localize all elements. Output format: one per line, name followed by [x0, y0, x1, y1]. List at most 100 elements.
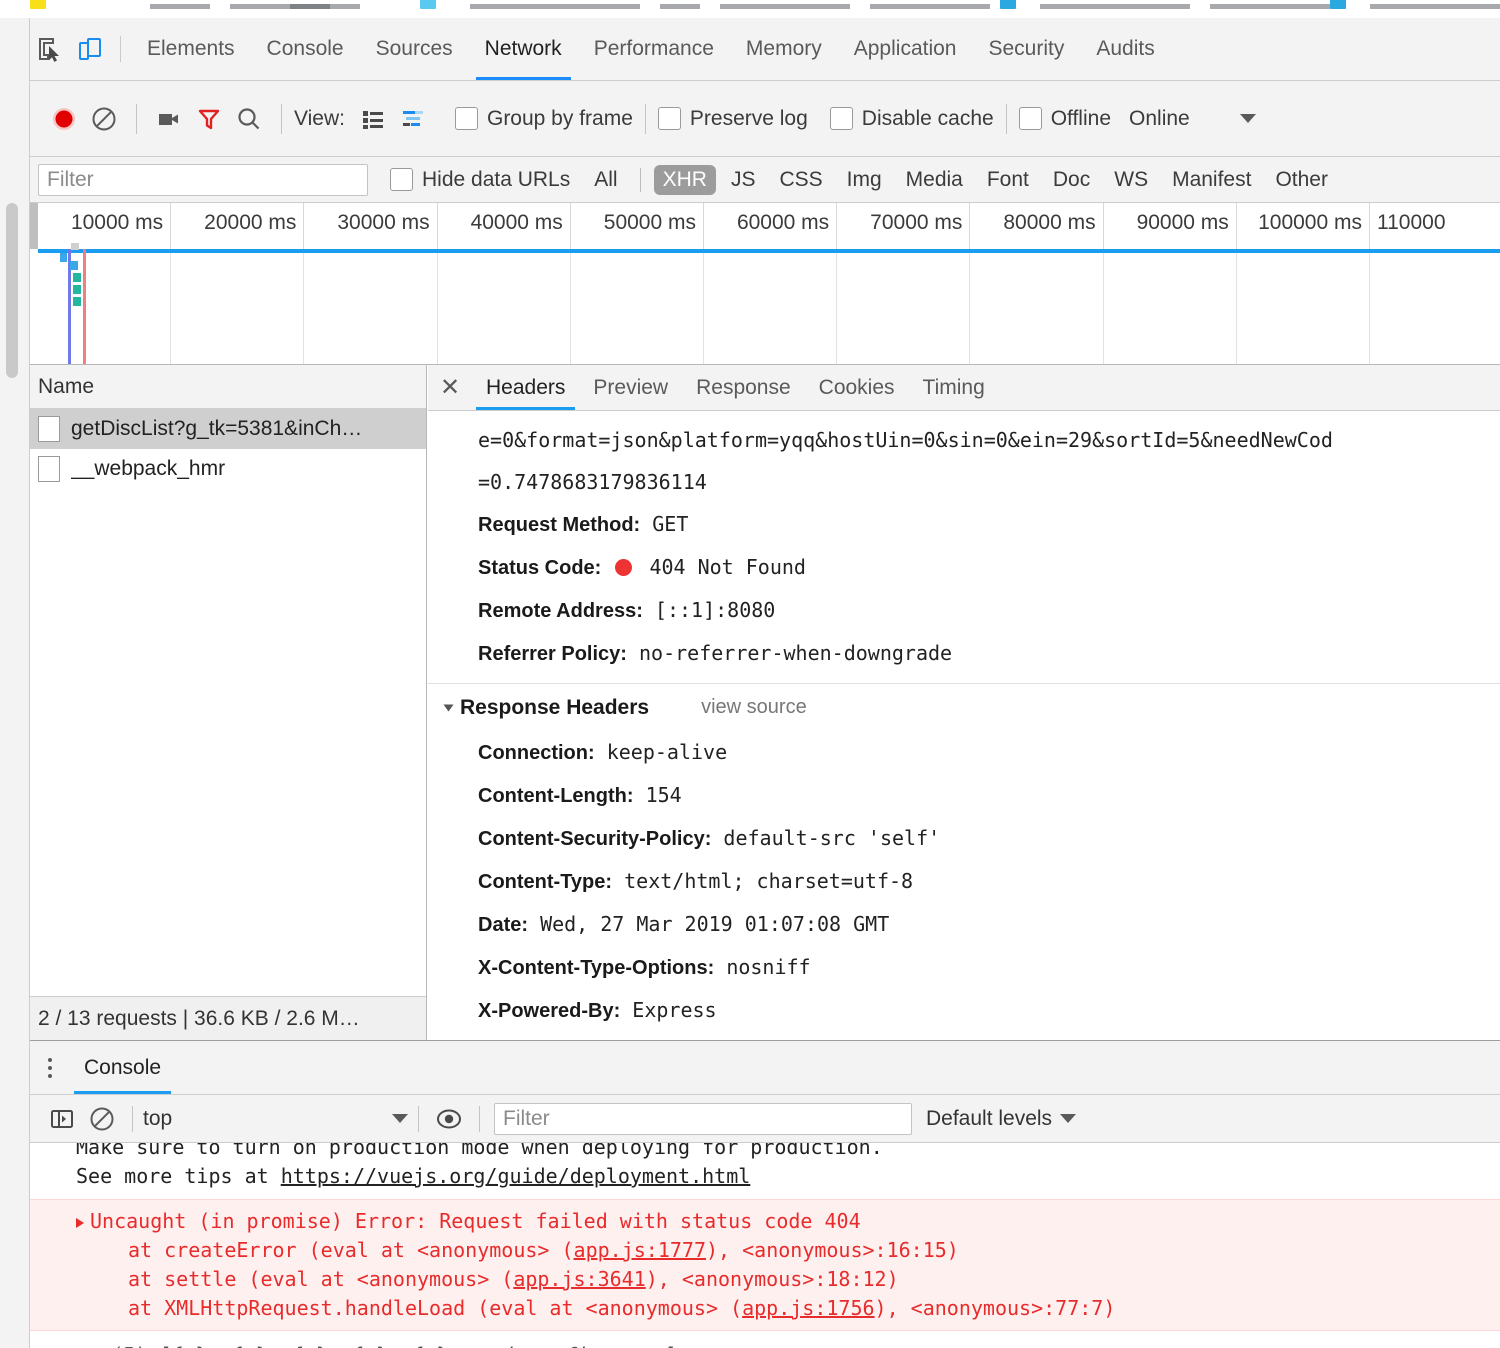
referrer-policy-value: no-referrer-when-downgrade	[639, 641, 953, 665]
tab-elements[interactable]: Elements	[131, 18, 251, 80]
tab-memory[interactable]: Memory	[730, 18, 838, 80]
network-overview-timeline[interactable]: 10000 ms 20000 ms 30000 ms 40000 ms 50000 ms…	[30, 203, 1500, 365]
resource-type-doc[interactable]: Doc	[1044, 165, 1099, 195]
stack-source-link[interactable]: app.js:1756	[742, 1296, 874, 1320]
timeline-grid	[30, 249, 1500, 364]
request-row[interactable]: getDiscList?g_tk=5381&inCh…	[30, 409, 426, 449]
console-messages[interactable]: Make sure to turn on production mode whe…	[30, 1143, 1500, 1348]
triangle-collapsed-icon[interactable]	[76, 1217, 84, 1228]
page-scrollbar[interactable]	[6, 203, 18, 378]
column-header-name[interactable]: Name	[38, 375, 94, 399]
bookmarks-bar[interactable]	[0, 0, 1500, 18]
disable-cache-checkbox[interactable]: Disable cache	[829, 107, 994, 131]
console-context-select[interactable]: top	[143, 1107, 408, 1131]
console-observer-row[interactable]: (5) [{…}, {…}, {…}, {…}, {…}, __ob__: Ob…	[30, 1337, 1500, 1348]
resource-type-xhr[interactable]: XHR	[653, 164, 716, 195]
vuejs-deployment-link[interactable]: https://vuejs.org/guide/deployment.html	[281, 1164, 751, 1188]
details-tab-preview[interactable]: Preview	[579, 365, 682, 410]
tab-audits[interactable]: Audits	[1080, 18, 1170, 80]
close-icon[interactable]: ✕	[428, 365, 472, 410]
response-header-row: Connection: keep-alive	[428, 731, 1500, 774]
tab-performance[interactable]: Performance	[578, 18, 730, 80]
preserve-log-box[interactable]	[657, 107, 681, 130]
disable-cache-box[interactable]	[829, 107, 853, 130]
resource-type-js[interactable]: JS	[722, 165, 765, 195]
resource-type-ws[interactable]: WS	[1105, 165, 1157, 195]
console-error-headline-row[interactable]: Uncaught (in promise) Error: Request fai…	[30, 1207, 1500, 1236]
request-row[interactable]: __webpack_hmr	[30, 449, 426, 489]
record-button-icon[interactable]	[44, 99, 84, 139]
toolbar-divider-1	[136, 103, 137, 134]
live-expression-icon[interactable]	[429, 1099, 469, 1139]
inspect-element-icon[interactable]	[30, 29, 70, 69]
resource-type-font[interactable]: Font	[978, 165, 1038, 195]
capture-screenshots-icon[interactable]	[149, 99, 189, 139]
resource-type-all[interactable]: All	[585, 165, 626, 195]
offline-box[interactable]	[1018, 107, 1042, 130]
group-by-frame-box[interactable]	[454, 107, 478, 130]
levels-chevron-down-icon[interactable]	[1060, 1114, 1077, 1123]
throttling-chevron-down-icon[interactable]	[1228, 99, 1268, 139]
response-header-key: X-Powered-By:	[478, 1000, 621, 1022]
list-view-icon[interactable]	[353, 99, 393, 139]
bookmark-item[interactable]	[1330, 0, 1351, 9]
hide-data-urls-box[interactable]	[390, 168, 413, 191]
resource-type-img[interactable]: Img	[838, 165, 891, 195]
context-chevron-down-icon[interactable]	[392, 1114, 408, 1123]
console-error-block[interactable]: Uncaught (in promise) Error: Request fai…	[30, 1199, 1500, 1331]
console-filter-input[interactable]	[494, 1102, 912, 1135]
throttling-label[interactable]: Online	[1129, 107, 1190, 131]
device-toolbar-icon[interactable]	[70, 29, 110, 69]
bookmark-item[interactable]	[30, 0, 51, 9]
tab-application[interactable]: Application	[838, 18, 973, 80]
console-levels-select[interactable]: Default levels	[926, 1107, 1077, 1131]
group-by-frame-checkbox[interactable]: Group by frame	[454, 107, 633, 131]
bookmark-item[interactable]	[110, 0, 131, 9]
resource-type-other[interactable]: Other	[1266, 165, 1337, 195]
waterfall-view-icon[interactable]	[393, 99, 433, 139]
devtools-tabbar: Elements Console Sources Network Performance…	[30, 18, 1500, 81]
bookmark-label-clipped	[1040, 4, 1190, 9]
resource-type-media[interactable]: Media	[897, 165, 972, 195]
remote-address-key: Remote Address:	[478, 600, 643, 622]
resource-type-css[interactable]: CSS	[770, 165, 831, 195]
details-tab-timing[interactable]: Timing	[909, 365, 999, 410]
response-header-row: Content-Length: 154	[428, 774, 1500, 817]
console-sidebar-icon[interactable]	[42, 1099, 82, 1139]
bookmark-item[interactable]	[420, 0, 441, 9]
stack-source-link[interactable]: app.js:1777	[574, 1238, 706, 1262]
filter-divider	[639, 167, 641, 192]
bookmark-item[interactable]	[1000, 0, 1021, 9]
resource-type-manifest[interactable]: Manifest	[1163, 165, 1260, 195]
tab-console[interactable]: Console	[251, 18, 360, 80]
remote-address-value: [::1]:8080	[654, 598, 776, 622]
tab-sources[interactable]: Sources	[360, 18, 469, 80]
view-source-link[interactable]: view source	[701, 696, 807, 719]
tab-console[interactable]: Console	[70, 1041, 175, 1094]
triangle-expanded-icon[interactable]	[443, 704, 454, 711]
bookmark-label-clipped	[290, 4, 360, 9]
more-options-icon[interactable]	[30, 1041, 70, 1094]
preserve-log-checkbox[interactable]: Preserve log	[657, 107, 808, 131]
filter-funnel-icon[interactable]	[189, 99, 229, 139]
console-toolbar: top Default levels	[30, 1095, 1500, 1143]
request-bar	[73, 285, 81, 294]
offline-checkbox[interactable]: Offline	[1018, 107, 1111, 131]
clear-console-icon[interactable]	[82, 1099, 122, 1139]
response-header-value: text/html; charset=utf-8	[624, 869, 914, 893]
clear-icon[interactable]	[84, 99, 124, 139]
details-tab-cookies[interactable]: Cookies	[805, 365, 909, 410]
toolbar-divider-4	[1005, 103, 1007, 134]
stack-source-link[interactable]: app.js:3641	[513, 1267, 645, 1291]
request-name: getDiscList?g_tk=5381&inCh…	[71, 417, 363, 440]
filter-input[interactable]	[38, 163, 368, 196]
tab-security[interactable]: Security	[972, 18, 1080, 80]
console-divider-2	[418, 1105, 419, 1132]
search-icon[interactable]	[229, 99, 269, 139]
details-tab-response[interactable]: Response	[682, 365, 805, 410]
details-tab-headers[interactable]: Headers	[472, 365, 579, 410]
response-header-row: Content-Type: text/html; charset=utf-8	[428, 860, 1500, 903]
tab-network[interactable]: Network	[469, 18, 578, 80]
response-headers-section-header[interactable]: Response Headers view source	[428, 683, 1500, 731]
hide-data-urls-checkbox[interactable]: Hide data URLs	[390, 168, 570, 192]
